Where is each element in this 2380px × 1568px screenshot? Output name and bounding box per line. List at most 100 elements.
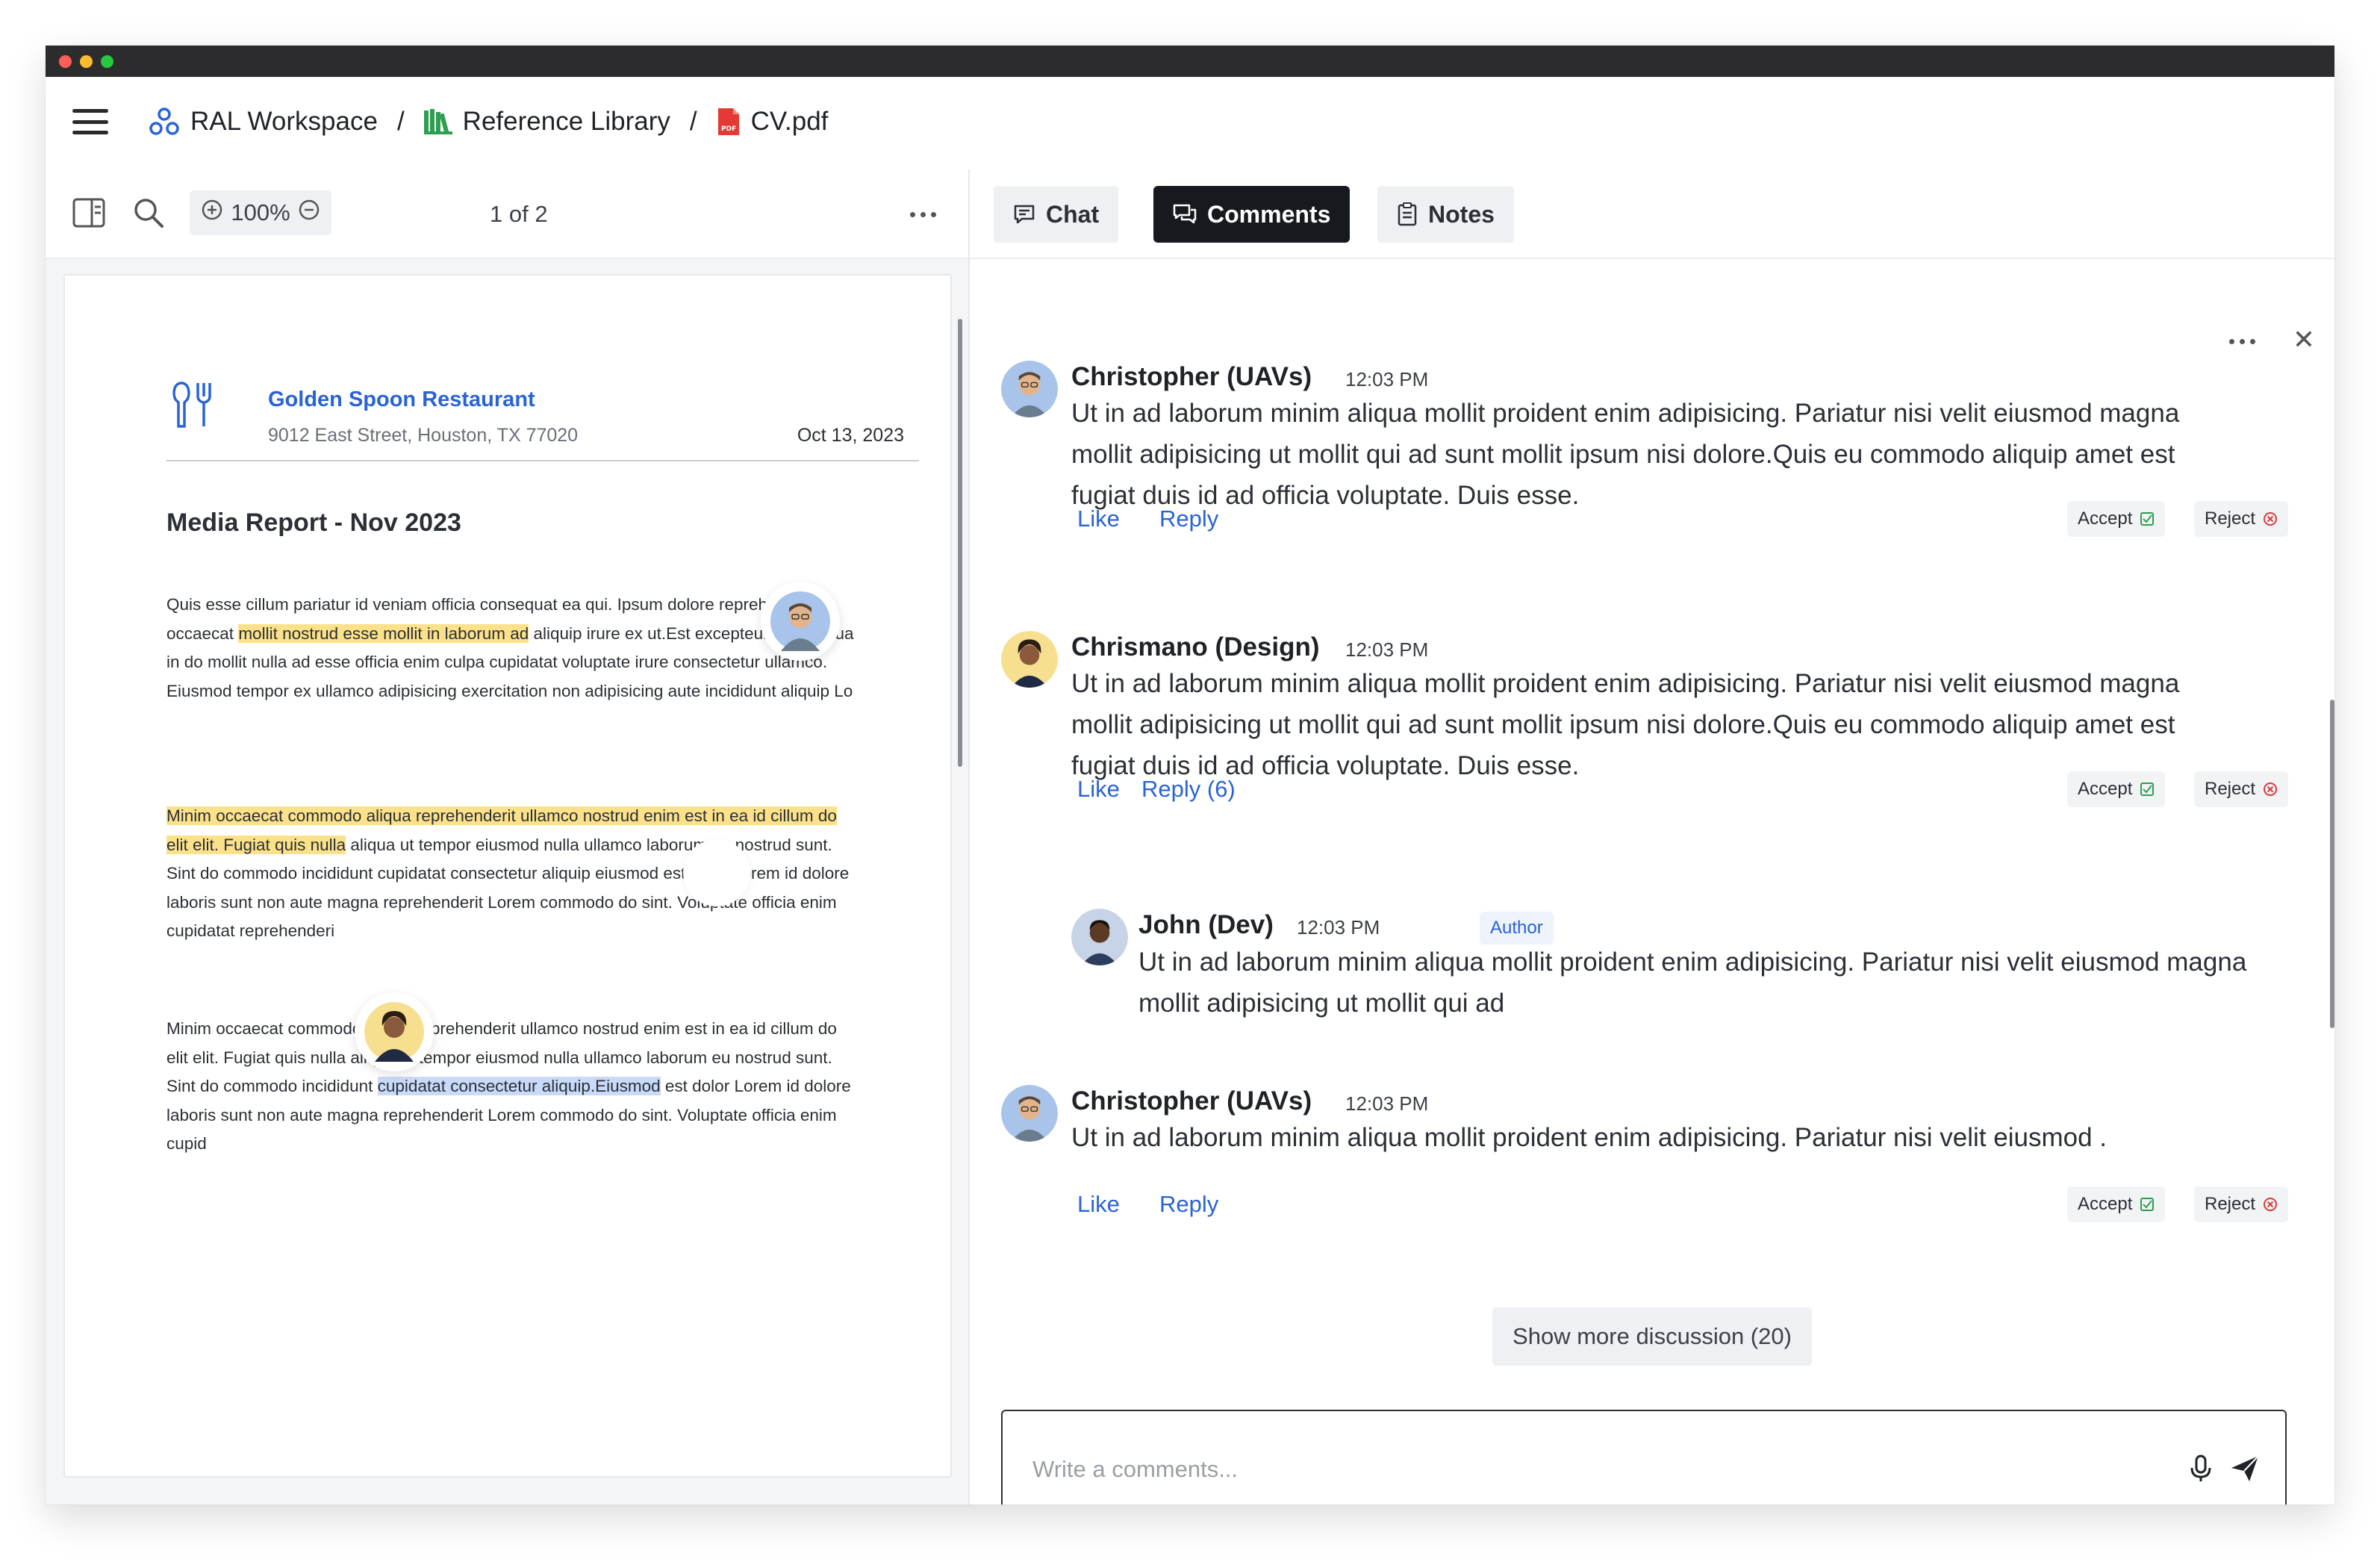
sidebar-toggle-icon[interactable] — [72, 198, 105, 231]
document-date: Oct 13, 2023 — [797, 425, 904, 446]
reject-icon — [2264, 783, 2278, 796]
comment-text: Ut in ad laborum minim aliqua mollit pro… — [1071, 1123, 2107, 1152]
commenter-name[interactable]: John (Dev) — [1138, 910, 1274, 940]
viewer-more-icon[interactable] — [910, 212, 936, 217]
show-more-button[interactable]: Show more discussion (20) — [1492, 1307, 1812, 1366]
reject-label: Reject — [2205, 779, 2256, 799]
commenter-name[interactable]: Christopher (UAVs) — [1071, 362, 1312, 392]
comment-input-placeholder: Write a comments... — [1032, 1456, 1239, 1482]
reject-icon — [2264, 512, 2278, 526]
highlighted-text[interactable]: cupidatat consectetur aliquip.Eiusmod — [377, 1077, 661, 1095]
accept-button[interactable]: Accept — [2067, 771, 2166, 807]
commenter-avatar-marker[interactable] — [761, 582, 840, 661]
workspace-icon — [149, 107, 180, 137]
tab-notes[interactable]: Notes — [1377, 186, 1514, 243]
document-paragraph: Quis esse cillum pariatur id veniam offi… — [166, 591, 861, 706]
svg-text:PDF: PDF — [721, 125, 736, 133]
comment-time: 12:03 PM — [1345, 1092, 1429, 1115]
commenter-name[interactable]: Chrismano (Design) — [1071, 632, 1320, 662]
page-indicator: 1 of 2 — [490, 201, 548, 227]
comment-input[interactable]: Write a comments... — [1001, 1410, 2287, 1505]
menu-icon[interactable] — [72, 107, 108, 137]
reject-button[interactable]: Reject — [2194, 771, 2289, 807]
avatar — [1001, 1085, 1058, 1142]
top-bar: RAL Workspace / Reference Library / PDF … — [46, 77, 2334, 169]
reject-label: Reject — [2205, 508, 2256, 529]
reject-label: Reject — [2205, 1194, 2256, 1214]
tab-label: Comments — [1207, 200, 1331, 228]
panel-tabs: Chat Comments Notes — [970, 169, 2334, 259]
like-button[interactable]: Like — [1077, 776, 1120, 803]
reply-button[interactable]: Reply (6) — [1141, 776, 1236, 803]
composer-actions — [2190, 1455, 2260, 1489]
divider — [166, 460, 919, 461]
avatar — [1071, 909, 1128, 965]
like-button[interactable]: Like — [1077, 1191, 1120, 1218]
library-icon — [423, 109, 452, 134]
comment-time: 12:03 PM — [1345, 368, 1429, 391]
document-title: Media Report - Nov 2023 — [166, 508, 461, 537]
accept-label: Accept — [2078, 779, 2133, 799]
reply-button[interactable]: Reply — [1159, 1191, 1218, 1218]
breadcrumb-separator: / — [396, 107, 405, 136]
accept-button[interactable]: Accept — [2067, 501, 2166, 537]
check-icon — [2140, 783, 2155, 796]
breadcrumb: RAL Workspace / Reference Library / PDF … — [149, 107, 828, 137]
comment-text: Ut in ad laborum minim aliqua mollit pro… — [1071, 669, 2180, 780]
app-window: RAL Workspace / Reference Library / PDF … — [46, 46, 2334, 1505]
send-icon[interactable] — [2230, 1455, 2260, 1489]
commenter-avatar-marker[interactable] — [355, 992, 434, 1071]
comment-text: Ut in ad laborum minim aliqua mollit pro… — [1138, 948, 2247, 1018]
window-titlebar — [46, 46, 2334, 77]
zoom-in-icon[interactable] — [201, 199, 223, 227]
accept-button[interactable]: Accept — [2067, 1186, 2166, 1222]
tab-comments[interactable]: Comments — [1153, 186, 1351, 243]
reject-icon — [2264, 1198, 2278, 1211]
comments-scrollbar[interactable] — [2330, 700, 2334, 1028]
document-paragraph: Minim occaecat commodo aliqua reprehende… — [166, 1015, 861, 1159]
comments-pane: Chat Comments Notes ✕ Christopher (UAVs)… — [970, 169, 2334, 1505]
company-name: Golden Spoon Restaurant — [268, 388, 535, 411]
zoom-level: 100% — [231, 199, 290, 225]
comments-more-icon[interactable] — [2229, 339, 2255, 344]
avatar — [1001, 631, 1058, 688]
breadcrumb-separator: / — [689, 107, 697, 136]
like-button[interactable]: Like — [1077, 505, 1120, 532]
reject-button[interactable]: Reject — [2194, 1186, 2289, 1222]
minimize-window-button[interactable] — [80, 55, 93, 68]
pdf-page: Golden Spoon Restaurant 9012 East Street… — [63, 274, 952, 1478]
zoom-out-icon[interactable] — [298, 199, 320, 227]
check-icon — [2140, 512, 2155, 526]
tab-label: Chat — [1046, 200, 1100, 228]
restaurant-logo-icon — [169, 380, 214, 433]
comment-time: 12:03 PM — [1345, 638, 1429, 661]
close-icon[interactable]: ✕ — [2293, 324, 2315, 355]
comment-marker[interactable] — [683, 839, 750, 906]
accept-label: Accept — [2078, 508, 2133, 529]
accept-label: Accept — [2078, 1194, 2133, 1214]
reject-button[interactable]: Reject — [2194, 501, 2289, 537]
viewer-scrollbar[interactable] — [958, 319, 962, 767]
zoom-control: 100% — [190, 190, 331, 235]
document-paragraph: Minim occaecat commodo aliqua reprehende… — [166, 802, 861, 946]
reply-button[interactable]: Reply — [1159, 505, 1218, 532]
pdf-viewer-pane: 100% 1 of 2 Golden Spoon Restaurant 9012… — [46, 169, 970, 1505]
avatar — [1001, 361, 1058, 417]
comment-text: Ut in ad laborum minim aliqua mollit pro… — [1071, 399, 2180, 510]
maximize-window-button[interactable] — [101, 55, 113, 68]
viewer-toolbar: 100% 1 of 2 — [46, 169, 968, 259]
breadcrumb-file[interactable]: CV.pdf — [751, 107, 829, 137]
check-icon — [2140, 1198, 2155, 1211]
breadcrumb-workspace[interactable]: RAL Workspace — [190, 107, 378, 137]
tab-label: Notes — [1428, 200, 1495, 228]
highlighted-text[interactable]: mollit nostrud esse mollit in laborum ad — [238, 623, 529, 643]
close-window-button[interactable] — [59, 55, 72, 68]
microphone-icon[interactable] — [2190, 1455, 2212, 1489]
commenter-name[interactable]: Christopher (UAVs) — [1071, 1086, 1312, 1116]
search-icon[interactable] — [132, 196, 165, 233]
breadcrumb-library[interactable]: Reference Library — [463, 107, 670, 137]
tab-chat[interactable]: Chat — [994, 186, 1119, 243]
author-badge: Author — [1480, 912, 1554, 945]
pdf-file-icon: PDF — [717, 107, 741, 137]
company-address: 9012 East Street, Houston, TX 77020 — [268, 425, 579, 446]
